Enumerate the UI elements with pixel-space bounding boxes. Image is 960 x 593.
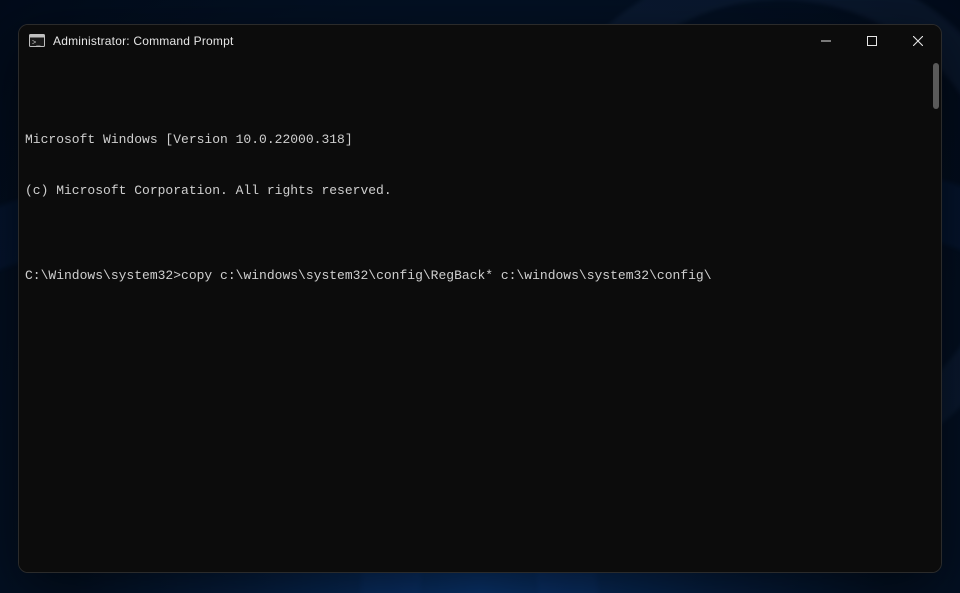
terminal-line-version: Microsoft Windows [Version 10.0.22000.31…	[25, 131, 933, 148]
command-prompt-window: >_ Administrator: Command Prompt Microso…	[18, 24, 942, 573]
terminal-prompt: C:\Windows\system32>	[25, 267, 181, 284]
close-button[interactable]	[895, 25, 941, 57]
terminal-body[interactable]: Microsoft Windows [Version 10.0.22000.31…	[19, 57, 941, 572]
terminal-prompt-row: C:\Windows\system32>copy c:\windows\syst…	[25, 267, 933, 284]
minimize-button[interactable]	[803, 25, 849, 57]
terminal-command: copy c:\windows\system32\config\RegBack*…	[181, 267, 712, 284]
command-prompt-icon: >_	[29, 33, 45, 49]
titlebar[interactable]: >_ Administrator: Command Prompt	[19, 25, 941, 57]
maximize-button[interactable]	[849, 25, 895, 57]
terminal-line-copyright: (c) Microsoft Corporation. All rights re…	[25, 182, 933, 199]
window-title: Administrator: Command Prompt	[53, 34, 234, 48]
svg-text:>_: >_	[32, 40, 41, 48]
scrollbar-thumb[interactable]	[933, 63, 939, 109]
